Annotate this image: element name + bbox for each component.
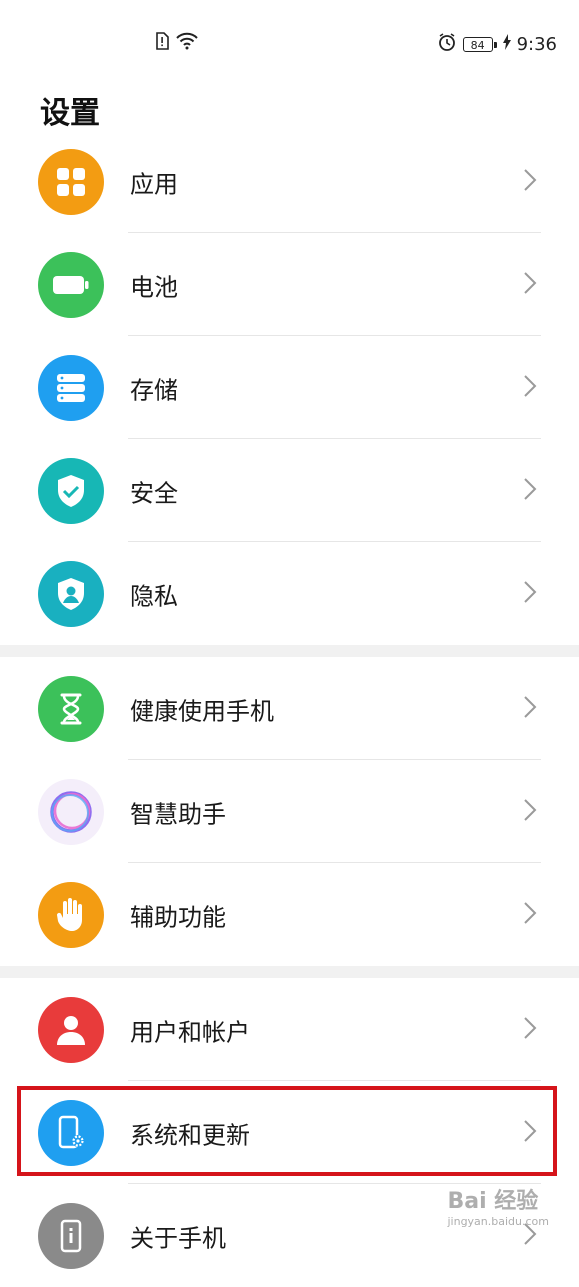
chevron-right-icon [523, 477, 537, 505]
highlight-box [17, 1086, 557, 1176]
hourglass-icon [38, 675, 104, 742]
wifi-icon [175, 32, 199, 54]
watermark-url: jingyan.baidu.com [447, 1215, 549, 1228]
chevron-right-icon [523, 580, 537, 608]
settings-item-label: 隐私 [130, 582, 178, 610]
alarm-icon [437, 32, 457, 57]
status-right: 84 9:36 [437, 32, 557, 57]
settings-item-label: 智慧助手 [130, 800, 226, 828]
apps-icon [38, 148, 104, 215]
settings-item-label: 辅助功能 [130, 903, 226, 931]
hand-icon [38, 881, 104, 948]
status-left [155, 32, 199, 54]
settings-item-security[interactable]: 安全 [0, 439, 579, 542]
settings-item-label: 安全 [130, 479, 178, 507]
settings-item-accessibility[interactable]: 辅助功能 [0, 863, 579, 966]
watermark-brand: Bai 经验 [447, 1189, 539, 1214]
chevron-right-icon [523, 798, 537, 826]
group-separator [0, 645, 579, 657]
status-time: 9:36 [516, 34, 557, 55]
settings-item-privacy[interactable]: 隐私 [0, 542, 579, 645]
privacy-shield-icon [38, 560, 104, 627]
group-separator [0, 966, 579, 978]
battery-icon: 84 [462, 37, 497, 52]
chevron-right-icon [523, 695, 537, 723]
settings-item-users-accounts[interactable]: 用户和帐户 [0, 978, 579, 1081]
chevron-right-icon [523, 1016, 537, 1044]
settings-item-apps[interactable]: 应用 [0, 130, 579, 233]
shield-check-icon [38, 457, 104, 524]
charging-icon [502, 34, 511, 55]
battery-level: 84 [470, 39, 485, 52]
status-bar: 84 9:36 [0, 0, 579, 88]
page-title: 设置 [40, 96, 100, 131]
settings-item-assistant[interactable]: 智慧助手 [0, 760, 579, 863]
chevron-right-icon [523, 168, 537, 196]
settings-item-label: 健康使用手机 [130, 697, 274, 725]
settings-item-battery[interactable]: 电池 [0, 233, 579, 336]
chevron-right-icon [523, 374, 537, 402]
sim-alert-icon [155, 32, 169, 54]
storage-icon [38, 354, 104, 421]
assistant-ring-icon [38, 778, 104, 845]
watermark: Bai 经验 jingyan.baidu.com [447, 1183, 549, 1228]
battery-icon [38, 251, 104, 318]
settings-item-label: 电池 [130, 273, 178, 301]
settings-item-label: 存储 [130, 376, 178, 404]
user-icon [38, 996, 104, 1063]
settings-item-storage[interactable]: 存储 [0, 336, 579, 439]
settings-item-digital-balance[interactable]: 健康使用手机 [0, 657, 579, 760]
chevron-right-icon [523, 271, 537, 299]
settings-item-label: 应用 [130, 170, 178, 198]
settings-item-label: 用户和帐户 [130, 1018, 250, 1046]
chevron-right-icon [523, 901, 537, 929]
